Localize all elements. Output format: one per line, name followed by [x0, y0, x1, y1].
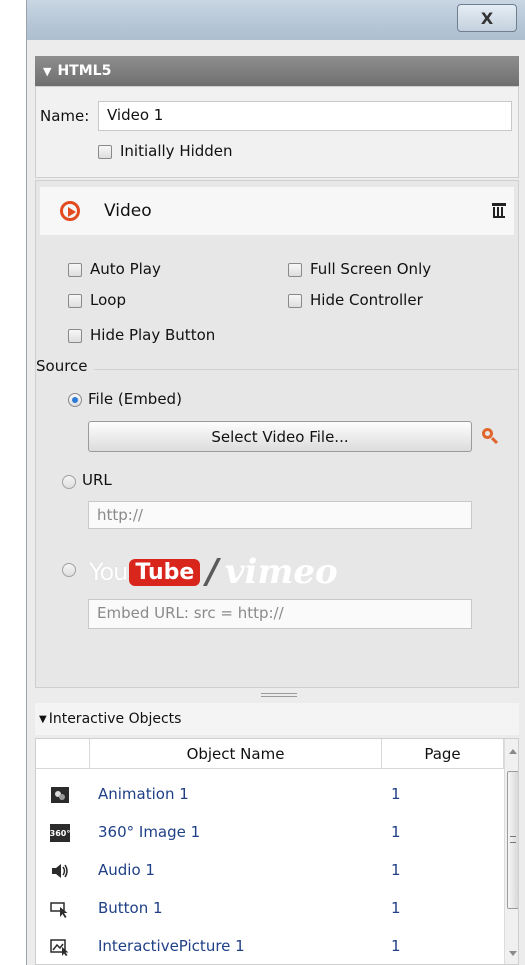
video-header: Video [40, 187, 514, 235]
source-label: Source [36, 357, 88, 375]
embed-url-field[interactable]: Embed URL: src = http:// [88, 599, 472, 629]
youtube-logo-you: You [89, 558, 128, 586]
video-play-icon [60, 201, 80, 221]
auto-play-checkbox[interactable] [68, 263, 82, 277]
url-label: URL [82, 471, 112, 489]
html5-section-header[interactable]: ▼ HTML5 [35, 56, 519, 86]
collapse-triangle-icon: ▼ [43, 64, 52, 78]
html5-properties-window: X ▼ HTML5 Name: Video 1 Initially Hidden… [26, 0, 525, 965]
hide-play-button-label: Hide Play Button [90, 326, 216, 344]
video-panel: Video Auto Play Full Screen Only Loop Hi… [35, 180, 519, 688]
interactive-objects-header[interactable]: ▼ Interactive Objects [35, 703, 519, 735]
object-name: Audio 1 [98, 861, 155, 879]
table-row[interactable]: InteractivePicture 1 1 [36, 929, 504, 964]
hide-controller-checkbox[interactable] [288, 294, 302, 308]
object-page: 1 [391, 899, 401, 917]
name-field[interactable]: Video 1 [98, 101, 512, 131]
object-page: 1 [391, 785, 401, 803]
general-panel: Name: Video 1 Initially Hidden [35, 86, 519, 178]
title-bar: X [27, 0, 525, 40]
table-scrollbar[interactable] [504, 739, 518, 964]
auto-play-label: Auto Play [90, 260, 161, 278]
hide-play-button-checkbox[interactable] [68, 329, 82, 343]
source-divider [94, 369, 518, 370]
file-embed-label: File (Embed) [88, 390, 182, 408]
object-name: Button 1 [98, 899, 163, 917]
object-page: 1 [391, 937, 401, 955]
table-row[interactable]: Audio 1 1 [36, 853, 504, 889]
button-icon [50, 900, 70, 918]
table-row[interactable]: Animation 1 1 [36, 777, 504, 813]
search-icon[interactable] [482, 428, 499, 446]
icon-column-header [36, 739, 90, 769]
360-image-icon: 360° [50, 824, 70, 842]
table-row[interactable]: Button 1 1 [36, 891, 504, 927]
youtube-logo-tube: Tube [129, 558, 201, 586]
table-row[interactable]: 360° 360° Image 1 1 [36, 815, 504, 851]
logo-slash: / [206, 552, 219, 592]
scroll-down-icon[interactable] [509, 951, 517, 956]
object-name-column-header[interactable]: Object Name [90, 739, 382, 769]
audio-icon [50, 862, 70, 880]
file-embed-radio[interactable] [68, 393, 82, 407]
object-page: 1 [391, 861, 401, 879]
initially-hidden-checkbox[interactable] [98, 145, 112, 159]
url-field[interactable]: http:// [88, 501, 472, 529]
object-name: 360° Image 1 [98, 823, 201, 841]
select-video-file-button[interactable]: Select Video File... [88, 421, 472, 452]
close-button[interactable]: X [457, 4, 517, 32]
youtube-vimeo-logo: You Tube / vimeo [89, 552, 338, 592]
loop-label: Loop [90, 291, 126, 309]
object-page: 1 [391, 823, 401, 841]
scroll-up-icon[interactable] [509, 749, 517, 754]
panel-splitter[interactable] [35, 690, 519, 700]
page-column-header[interactable]: Page [382, 739, 504, 769]
video-header-label: Video [104, 201, 152, 221]
interactive-objects-table: Object Name Page Animation 1 1 360° 360°… [35, 738, 519, 965]
section-title: HTML5 [57, 63, 112, 79]
trash-icon[interactable] [492, 203, 506, 219]
animation-icon [50, 786, 70, 804]
scrollbar-thumb[interactable] [507, 771, 518, 909]
object-name: InteractivePicture 1 [98, 937, 245, 955]
url-radio[interactable] [62, 475, 76, 489]
name-label: Name: [40, 107, 90, 125]
initially-hidden-label: Initially Hidden [120, 142, 233, 160]
loop-checkbox[interactable] [68, 294, 82, 308]
full-screen-only-label: Full Screen Only [310, 260, 432, 278]
scroll-grip-icon [510, 836, 516, 843]
collapse-triangle-icon: ▼ [39, 713, 47, 725]
hide-controller-label: Hide Controller [310, 291, 423, 309]
interactive-objects-title: Interactive Objects [48, 711, 182, 727]
interactive-picture-icon [50, 938, 70, 956]
splitter-grip-icon [261, 693, 297, 697]
youtube-vimeo-radio[interactable] [62, 563, 76, 577]
object-name: Animation 1 [98, 785, 189, 803]
vimeo-logo: vimeo [224, 552, 338, 592]
full-screen-only-checkbox[interactable] [288, 263, 302, 277]
